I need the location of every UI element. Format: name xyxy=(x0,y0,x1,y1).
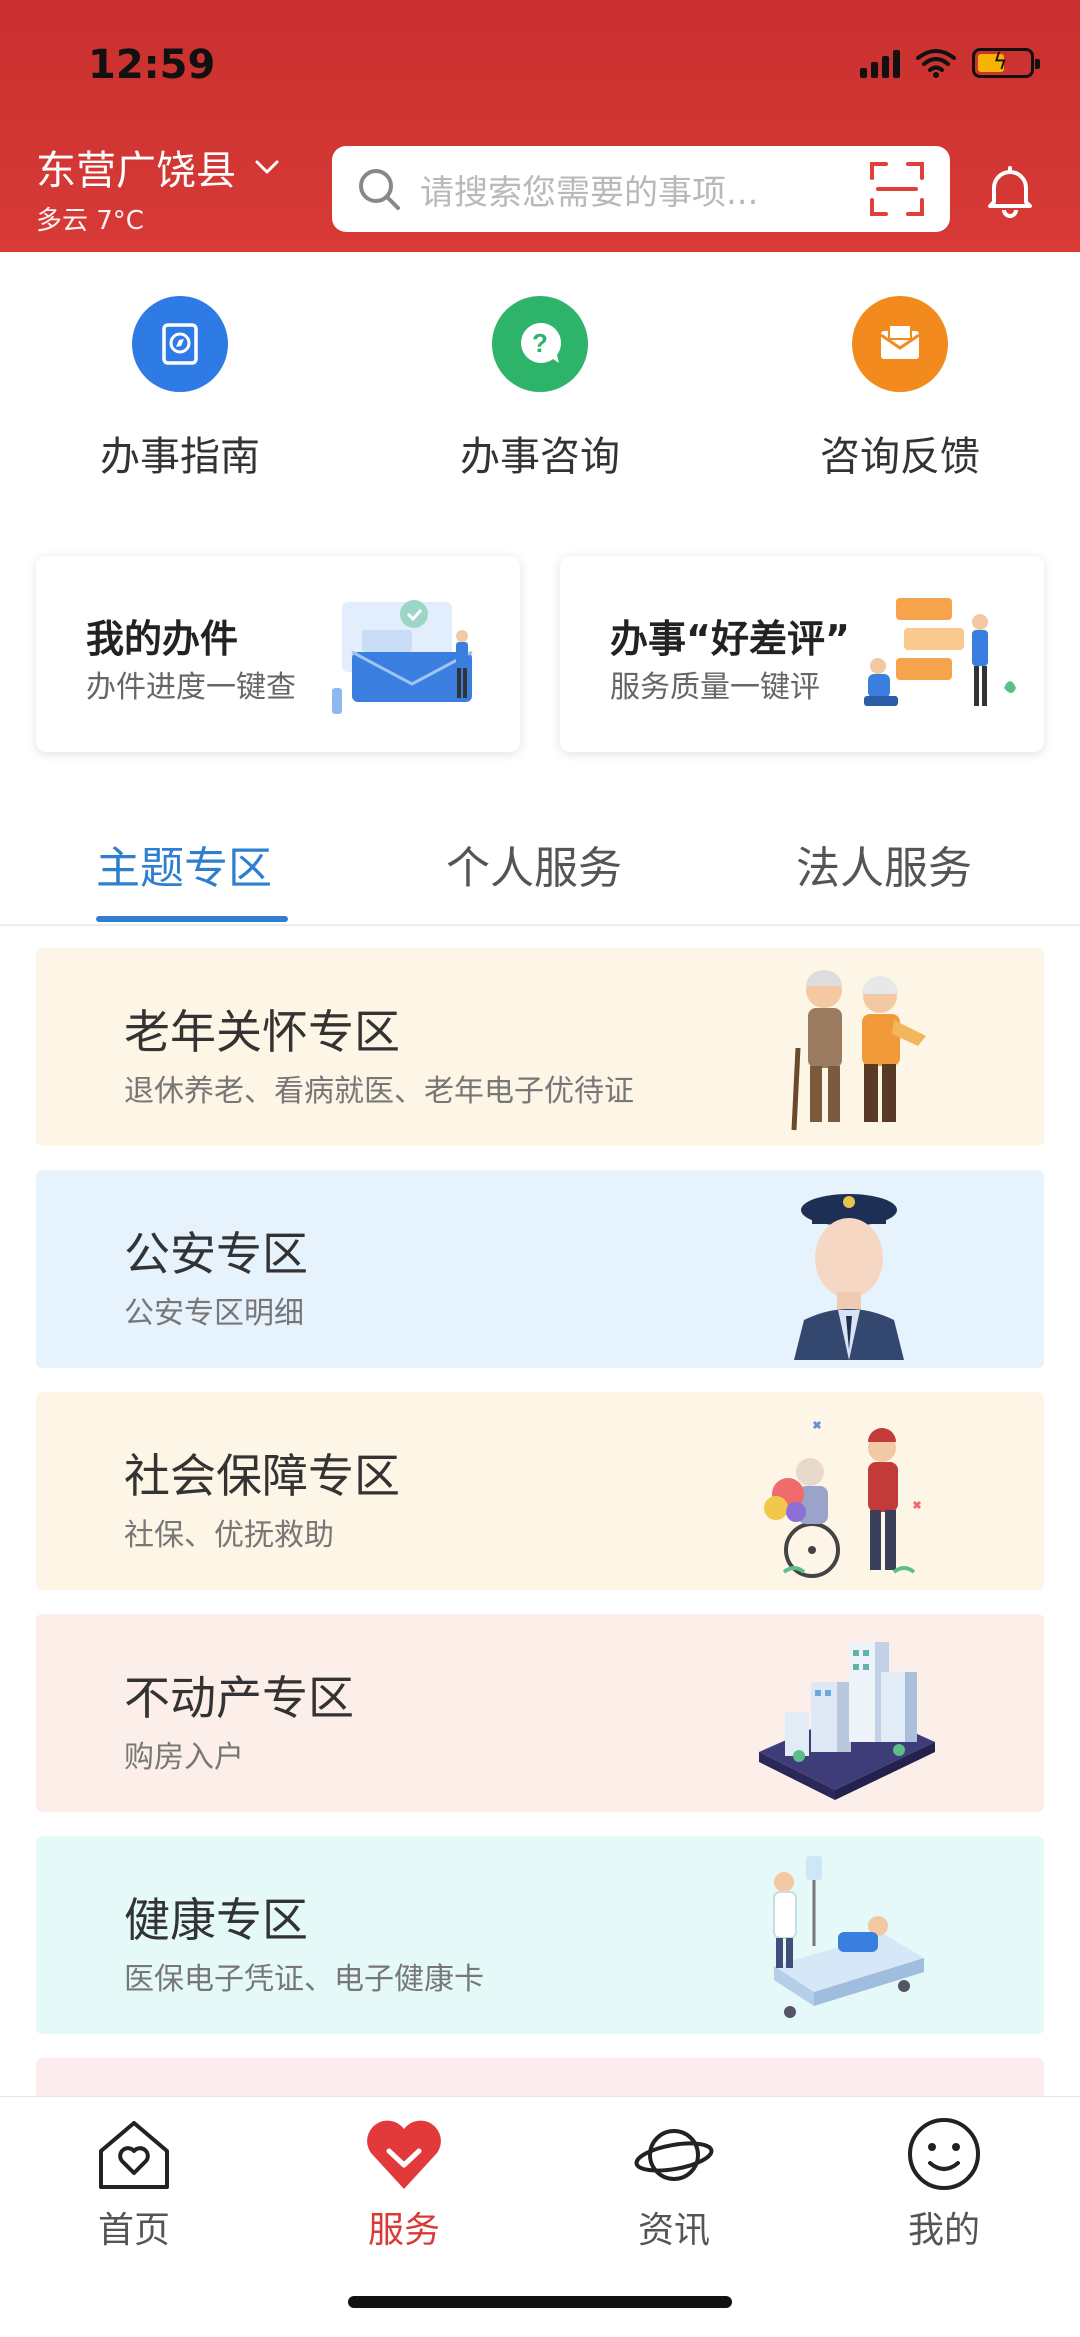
status-time: 12:59 xyxy=(88,42,216,88)
signal-icon xyxy=(860,48,900,78)
location-name: 东营广饶县 xyxy=(36,148,236,194)
zone-social-security[interactable]: 社会保障专区 社保、优抚救助 xyxy=(36,1392,1044,1590)
search-placeholder: 请搜索您需要的事项... xyxy=(420,172,759,213)
rating-illustration xyxy=(864,598,1016,706)
zone-subtitle: 医保电子凭证、电子健康卡 xyxy=(124,1962,484,1997)
tab-corporate-service[interactable]: 法人服务 xyxy=(796,832,972,896)
quick-action-guide[interactable]: 办事指南 xyxy=(0,296,360,482)
zone-subtitle: 退休养老、看病就医、老年电子优待证 xyxy=(124,1074,634,1109)
tab-personal-service[interactable]: 个人服务 xyxy=(446,832,622,896)
zone-elderly-care[interactable]: 老年关怀专区 退休养老、看病就医、老年电子优待证 xyxy=(36,948,1044,1146)
nav-label: 首页 xyxy=(97,2210,170,2251)
planet-icon xyxy=(634,2129,714,2181)
svg-text:?: ? xyxy=(532,328,548,358)
heart-icon xyxy=(367,2120,441,2189)
nav-label: 资讯 xyxy=(637,2210,710,2251)
quick-action-label: 办事咨询 xyxy=(460,434,620,480)
scan-icon[interactable] xyxy=(868,160,926,218)
zone-title: 社会保障专区 xyxy=(124,1449,400,1503)
battery-icon: ϟ xyxy=(972,48,1040,78)
weather-text: 多云 7°C xyxy=(36,206,144,236)
zone-subtitle: 社保、优抚救助 xyxy=(124,1518,334,1553)
search-input[interactable]: 请搜索您需要的事项... xyxy=(332,146,950,232)
compass-book-icon xyxy=(132,296,228,392)
wifi-icon xyxy=(916,49,956,78)
zone-real-estate[interactable]: 不动产专区 购房入户 xyxy=(36,1614,1044,1812)
quick-action-label: 咨询反馈 xyxy=(820,434,980,480)
my-applications-card[interactable]: 我的办件 办件进度一键查 xyxy=(36,556,520,752)
question-bubble-icon: ? xyxy=(492,296,588,392)
envelope-icon xyxy=(852,296,948,392)
smiley-icon xyxy=(908,2118,980,2190)
documents-illustration xyxy=(332,600,473,714)
zone-subtitle: 购房入户 xyxy=(124,1740,244,1775)
nav-news[interactable]: 资讯 xyxy=(574,2113,774,2253)
status-icons: ϟ xyxy=(860,48,1040,78)
zone-title: 不动产专区 xyxy=(124,1671,354,1725)
app-header: 12:59 ϟ 东营广饶县 多云 7°C 请搜索您需要的事项... xyxy=(0,0,1080,252)
home-indicator xyxy=(348,2296,732,2308)
nav-label: 服务 xyxy=(367,2210,440,2251)
quick-actions: 办事指南 ? 办事咨询 咨询反馈 xyxy=(0,296,1080,482)
police-officer-illustration xyxy=(794,1194,904,1360)
elderly-couple-illustration xyxy=(791,970,926,1131)
city-buildings-illustration xyxy=(759,1642,935,1800)
zone-title: 健康专区 xyxy=(124,1893,308,1947)
home-heart-icon xyxy=(99,2121,169,2189)
card-title: 办事“好差评” xyxy=(610,617,850,661)
nav-label: 我的 xyxy=(907,2210,980,2251)
nav-service[interactable]: 服务 xyxy=(304,2113,504,2253)
card-title: 我的办件 xyxy=(86,617,239,661)
tab-theme-zone[interactable]: 主题专区 xyxy=(96,832,272,896)
quick-action-label: 办事指南 xyxy=(100,434,260,480)
zone-public-security[interactable]: 公安专区 公安专区明细 xyxy=(36,1170,1044,1368)
nav-mine[interactable]: 我的 xyxy=(844,2113,1044,2253)
wheelchair-helper-illustration xyxy=(764,1420,922,1578)
quick-action-consult[interactable]: ? 办事咨询 xyxy=(360,296,720,482)
tab-bar: 主题专区 个人服务 法人服务 xyxy=(0,820,1080,926)
nav-home[interactable]: 首页 xyxy=(34,2113,234,2253)
search-icon xyxy=(359,169,400,210)
location-selector[interactable]: 东营广饶县 xyxy=(36,138,280,196)
zone-title: 公安专区 xyxy=(124,1227,308,1281)
service-rating-card[interactable]: 办事“好差评” 服务质量一键评 xyxy=(560,556,1044,752)
chevron-down-icon xyxy=(255,160,279,174)
quick-action-feedback[interactable]: 咨询反馈 xyxy=(720,296,1080,482)
zone-health[interactable]: 健康专区 医保电子凭证、电子健康卡 xyxy=(36,1836,1044,2034)
card-subtitle: 办件进度一键查 xyxy=(86,670,296,705)
zone-subtitle: 公安专区明细 xyxy=(124,1296,304,1331)
hospital-bed-illustration xyxy=(773,1856,924,2018)
bell-icon[interactable] xyxy=(980,160,1040,220)
active-tab-indicator xyxy=(96,916,288,922)
zone-title: 老年关怀专区 xyxy=(124,1005,400,1059)
card-subtitle: 服务质量一键评 xyxy=(610,670,820,705)
